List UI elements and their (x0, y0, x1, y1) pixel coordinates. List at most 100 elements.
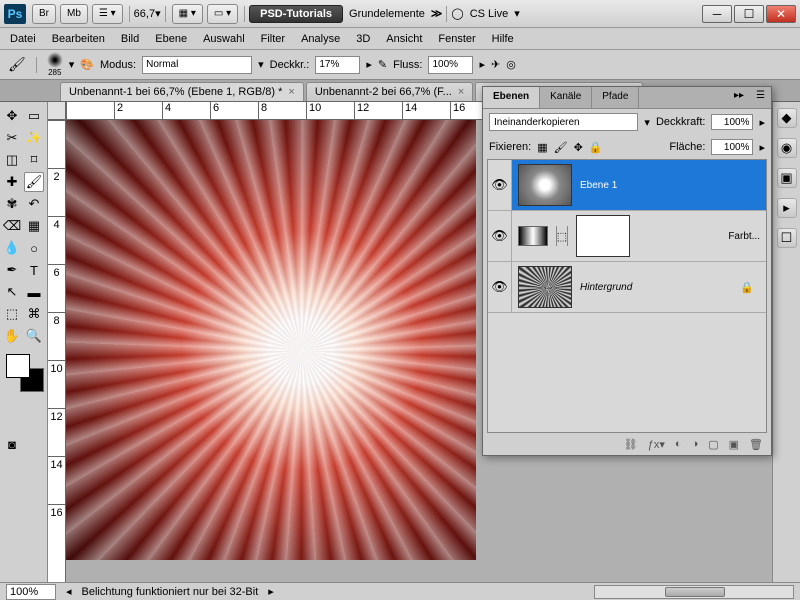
zoom-input[interactable]: 100% (6, 584, 56, 600)
stamp-tool[interactable]: ✾ (2, 194, 22, 214)
cslive-icon[interactable]: ◯ (451, 7, 463, 20)
menu-3d[interactable]: 3D (356, 33, 370, 45)
collapse-icon[interactable]: ▸▸ (728, 87, 750, 108)
adjust-panel-icon[interactable]: ▣ (777, 168, 797, 188)
opacity-input[interactable] (315, 56, 360, 74)
quickmask-tool[interactable]: ◙ (2, 434, 22, 454)
color-panel-icon[interactable]: ◆ (777, 108, 797, 128)
layer-item[interactable]: 👁 ⬚ Farbt... (488, 211, 766, 262)
cslive-button[interactable]: CS Live (470, 8, 509, 20)
brush-preview-icon[interactable] (47, 52, 63, 68)
fx-icon[interactable]: ƒx▾ (648, 438, 665, 451)
pen-tool[interactable]: ✒ (2, 260, 22, 280)
delete-layer-icon[interactable]: 🗑 (749, 438, 763, 451)
arrange-icon[interactable]: ▦ ▾ (172, 4, 203, 24)
menu-ansicht[interactable]: Ansicht (386, 33, 422, 45)
ruler-origin[interactable] (48, 102, 66, 120)
layer-thumb[interactable] (518, 164, 572, 206)
color-swatches[interactable] (6, 354, 44, 392)
workspace-name[interactable]: Grundelemente (349, 8, 425, 20)
workspace-button[interactable]: PSD-Tutorials (249, 5, 343, 23)
eraser-tool[interactable]: ⌫ (2, 216, 22, 236)
doc-tab-1[interactable]: Unbenannt-1 bei 66,7% (Ebene 1, RGB/8) *… (60, 82, 304, 101)
swatches-panel-icon[interactable]: ◉ (777, 138, 797, 158)
filmstrip-icon[interactable]: ☰ ▾ (92, 4, 123, 24)
brush-tool[interactable]: 🖌 (24, 172, 44, 192)
zoom-tool[interactable]: 🔍 (24, 326, 44, 346)
canvas[interactable] (66, 120, 476, 560)
actions-panel-icon[interactable]: ▸ (777, 198, 797, 218)
flow-input[interactable] (428, 56, 473, 74)
new-layer-icon[interactable]: ▣ (729, 438, 739, 451)
move-tool[interactable]: ✥ (2, 106, 22, 126)
h-scrollbar[interactable] (594, 585, 794, 599)
blur-tool[interactable]: 💧 (2, 238, 22, 258)
lock-transparent-icon[interactable]: ▦ (537, 141, 547, 154)
status-next-icon[interactable]: ▸ (268, 585, 274, 598)
panel-menu-icon[interactable]: ☰ (750, 87, 771, 108)
fg-color[interactable] (6, 354, 30, 378)
zoom-level[interactable]: 66,7 (134, 8, 155, 20)
scroll-thumb[interactable] (665, 587, 725, 597)
path-tool[interactable]: ↖ (2, 282, 22, 302)
eyedropper-tool[interactable]: ⌑ (24, 150, 44, 170)
menu-fenster[interactable]: Fenster (438, 33, 475, 45)
shape-tool[interactable]: ▬ (24, 282, 44, 302)
tab-ebenen[interactable]: Ebenen (483, 87, 540, 108)
gradient-tool[interactable]: ▦ (24, 216, 44, 236)
group-icon[interactable]: ▢ (708, 438, 718, 451)
layer-item[interactable]: 👁 Hintergrund 🔒 (488, 262, 766, 313)
close-icon[interactable]: × (288, 86, 294, 98)
adjustment-icon[interactable] (518, 226, 548, 246)
menu-hilfe[interactable]: Hilfe (492, 33, 514, 45)
layer-thumb[interactable] (518, 266, 572, 308)
doc-tab-2[interactable]: Unbenannt-2 bei 66,7% (F...× (306, 82, 473, 101)
lock-paint-icon[interactable]: 🖌 (554, 141, 568, 154)
visibility-toggle[interactable]: 👁 (488, 160, 512, 210)
visibility-toggle[interactable]: 👁 (488, 262, 512, 312)
blend-mode-select[interactable] (142, 56, 252, 74)
layer-name[interactable]: Ebene 1 (580, 180, 760, 191)
close-button[interactable]: ✕ (766, 5, 796, 23)
adjustment-layer-icon[interactable]: ◑ (692, 438, 699, 450)
layer-fill-input[interactable] (711, 139, 753, 155)
tablet-size-icon[interactable]: ◎ (506, 58, 516, 71)
menu-auswahl[interactable]: Auswahl (203, 33, 245, 45)
tablet-opacity-icon[interactable]: ✎ (378, 58, 387, 71)
menu-bearbeiten[interactable]: Bearbeiten (52, 33, 105, 45)
blend-mode-select[interactable] (489, 113, 638, 131)
brush-panel-icon[interactable]: 🎨 (80, 58, 94, 71)
menu-datei[interactable]: Datei (10, 33, 36, 45)
brush-tool-icon[interactable]: 🖌 (8, 56, 26, 73)
history-brush-tool[interactable]: ↶ (24, 194, 44, 214)
mask-icon[interactable]: ◐ (675, 438, 682, 450)
airbrush-icon[interactable]: ✈ (491, 58, 500, 71)
menu-bild[interactable]: Bild (121, 33, 139, 45)
type-tool[interactable]: T (24, 260, 44, 280)
ruler-vertical[interactable]: 246810121416 (48, 120, 66, 582)
mask-link-icon[interactable]: ⬚ (556, 226, 568, 246)
minibridge-button[interactable]: Mb (60, 4, 88, 24)
hand-tool[interactable]: ✋ (2, 326, 22, 346)
tab-kanaele[interactable]: Kanäle (540, 87, 592, 108)
marquee-tool[interactable]: ▭ (24, 106, 44, 126)
3d-cam-tool[interactable]: ⌘ (24, 304, 44, 324)
minimize-button[interactable]: ─ (702, 5, 732, 23)
3d-tool[interactable]: ⬚ (2, 304, 22, 324)
layer-mask-thumb[interactable] (576, 215, 630, 257)
link-layers-icon[interactable]: ⛓ (624, 438, 638, 451)
close-icon[interactable]: × (458, 86, 464, 98)
menu-ebene[interactable]: Ebene (155, 33, 187, 45)
info-panel-icon[interactable]: ☐ (777, 228, 797, 248)
visibility-toggle[interactable]: 👁 (488, 211, 512, 261)
menu-analyse[interactable]: Analyse (301, 33, 340, 45)
screenmode-icon[interactable]: ▭ ▾ (207, 4, 238, 24)
lock-all-icon[interactable]: 🔒 (589, 141, 603, 154)
status-prev-icon[interactable]: ◂ (66, 585, 72, 598)
tab-pfade[interactable]: Pfade (592, 87, 639, 108)
layer-name[interactable]: Farbt... (638, 231, 760, 242)
lock-move-icon[interactable]: ✥ (574, 141, 583, 154)
layer-opacity-input[interactable] (711, 114, 753, 130)
menu-filter[interactable]: Filter (261, 33, 285, 45)
maximize-button[interactable]: ☐ (734, 5, 764, 23)
